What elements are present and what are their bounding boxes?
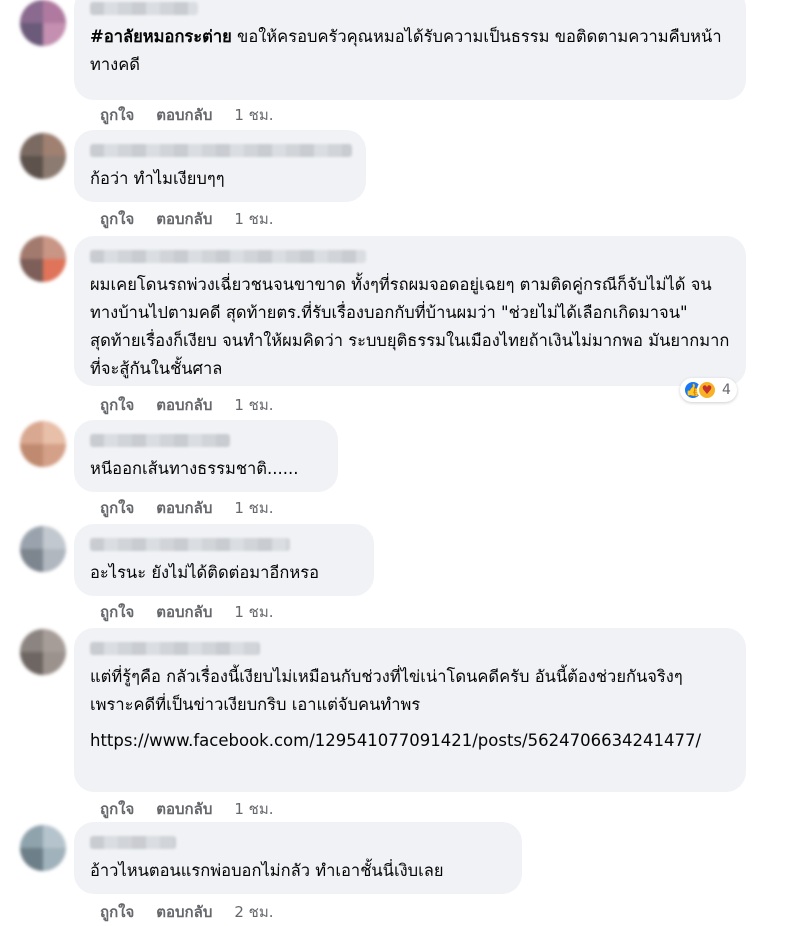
avatar[interactable]	[20, 236, 66, 282]
avatar[interactable]	[20, 629, 66, 675]
comment-text: #อาลัยหมอกระต่าย ขอให้ครอบครัวคุณหมอได้ร…	[90, 23, 730, 79]
comment-body: อ้าวไหนตอนแรกพ่อบอกไม่กลัว ทำเอาชั้นนี่เ…	[90, 861, 444, 880]
like-button[interactable]: ถูกใจ	[100, 207, 134, 231]
comment-bubble: ก้อว่า ทำไมเงียบๆๆ	[74, 130, 366, 202]
hashtag-link[interactable]: #อาลัยหมอกระต่าย	[90, 27, 232, 46]
comment-body: แต่ที่รู้ๆคือ กลัวเรื่องนี้เงียบไม่เหมือ…	[90, 667, 688, 714]
avatar-tile	[43, 133, 66, 156]
like-button[interactable]: ถูกใจ	[100, 797, 134, 821]
avatar-tile	[20, 825, 43, 848]
comment-actions: ถูกใจ ตอบกลับ 1 ชม.	[100, 393, 274, 417]
avatar-tile	[43, 629, 66, 652]
reply-button[interactable]: ตอบกลับ	[156, 797, 212, 821]
reaction-count: 4	[722, 382, 731, 398]
reply-button[interactable]: ตอบกลับ	[156, 103, 212, 127]
comment-bubble: #อาลัยหมอกระต่าย ขอให้ครอบครัวคุณหมอได้ร…	[74, 0, 746, 100]
commenter-name[interactable]	[90, 250, 366, 263]
comment-actions: ถูกใจ ตอบกลับ 1 ชม.	[100, 797, 274, 821]
comment-body: อะไรนะ ยังไม่ได้ติดต่อมาอีกหรอ	[90, 563, 319, 582]
avatar-tile	[43, 444, 66, 467]
avatar-tile	[43, 825, 66, 848]
avatar-tile	[20, 156, 43, 179]
avatar-tile	[20, 629, 43, 652]
commenter-name[interactable]	[90, 144, 352, 157]
comment-bubble: หนีออกเส้นทางธรรมชาติ......	[74, 420, 338, 492]
comment-timestamp[interactable]: 1 ชม.	[234, 207, 273, 231]
avatar[interactable]	[20, 0, 66, 46]
reaction-summary[interactable]: 👍 ♥ 4	[680, 378, 737, 402]
avatar[interactable]	[20, 421, 66, 467]
avatar-tile	[43, 652, 66, 675]
avatar-tile	[43, 259, 66, 282]
comment-bubble: แต่ที่รู้ๆคือ กลัวเรื่องนี้เงียบไม่เหมือ…	[74, 628, 746, 792]
avatar-tile	[43, 549, 66, 572]
like-button[interactable]: ถูกใจ	[100, 600, 134, 624]
comment-body: ผมเคยโดนรถพ่วงเฉี่ยวชนจนขาขาด ทั้งๆที่รถ…	[90, 275, 730, 378]
comment-body: ก้อว่า ทำไมเงียบๆๆ	[90, 169, 225, 188]
care-reaction-icon: ♥	[697, 380, 717, 400]
comment-bubble: อะไรนะ ยังไม่ได้ติดต่อมาอีกหรอ	[74, 524, 374, 596]
avatar-tile	[43, 421, 66, 444]
avatar-tile	[43, 526, 66, 549]
avatar-tile	[20, 259, 43, 282]
reply-button[interactable]: ตอบกลับ	[156, 393, 212, 417]
avatar-tile	[43, 23, 66, 46]
comment-actions: ถูกใจ ตอบกลับ 2 ชม.	[100, 900, 274, 924]
avatar-tile	[43, 156, 66, 179]
avatar-tile	[20, 848, 43, 871]
commenter-name[interactable]	[90, 434, 230, 447]
comment-timestamp[interactable]: 1 ชม.	[234, 393, 273, 417]
avatar-tile	[20, 23, 43, 46]
avatar[interactable]	[20, 526, 66, 572]
commenter-name[interactable]	[90, 538, 290, 551]
avatar-tile	[43, 848, 66, 871]
avatar-tile	[20, 0, 43, 23]
avatar-tile	[20, 444, 43, 467]
reply-button[interactable]: ตอบกลับ	[156, 207, 212, 231]
avatar[interactable]	[20, 825, 66, 871]
comment-bubble: ผมเคยโดนรถพ่วงเฉี่ยวชนจนขาขาด ทั้งๆที่รถ…	[74, 236, 746, 386]
comment-timestamp[interactable]: 1 ชม.	[234, 600, 273, 624]
comment-actions: ถูกใจ ตอบกลับ 1 ชม.	[100, 103, 274, 127]
reply-button[interactable]: ตอบกลับ	[156, 496, 212, 520]
comment-timestamp[interactable]: 1 ชม.	[234, 797, 273, 821]
avatar-tile	[20, 421, 43, 444]
comment-timestamp[interactable]: 1 ชม.	[234, 103, 273, 127]
avatar-tile	[43, 236, 66, 259]
like-button[interactable]: ถูกใจ	[100, 900, 134, 924]
like-button[interactable]: ถูกใจ	[100, 103, 134, 127]
like-button[interactable]: ถูกใจ	[100, 496, 134, 520]
comment-bubble: อ้าวไหนตอนแรกพ่อบอกไม่กลัว ทำเอาชั้นนี่เ…	[74, 822, 522, 894]
comment-timestamp[interactable]: 2 ชม.	[234, 900, 273, 924]
avatar-tile	[20, 133, 43, 156]
like-button[interactable]: ถูกใจ	[100, 393, 134, 417]
comment-link[interactable]: https://www.facebook.com/129541077091421…	[90, 727, 730, 755]
comment-actions: ถูกใจ ตอบกลับ 1 ชม.	[100, 207, 274, 231]
avatar-tile	[20, 236, 43, 259]
commenter-name[interactable]	[90, 2, 198, 15]
avatar-tile	[20, 549, 43, 572]
reply-button[interactable]: ตอบกลับ	[156, 900, 212, 924]
commenter-name[interactable]	[90, 642, 260, 655]
avatar-tile	[43, 0, 66, 23]
reply-button[interactable]: ตอบกลับ	[156, 600, 212, 624]
commenter-name[interactable]	[90, 836, 176, 849]
comment-body: หนีออกเส้นทางธรรมชาติ......	[90, 459, 299, 478]
comment-actions: ถูกใจ ตอบกลับ 1 ชม.	[100, 600, 274, 624]
comment-actions: ถูกใจ ตอบกลับ 1 ชม.	[100, 496, 274, 520]
avatar-tile	[20, 526, 43, 549]
avatar[interactable]	[20, 133, 66, 179]
comment-timestamp[interactable]: 1 ชม.	[234, 496, 273, 520]
avatar-tile	[20, 652, 43, 675]
